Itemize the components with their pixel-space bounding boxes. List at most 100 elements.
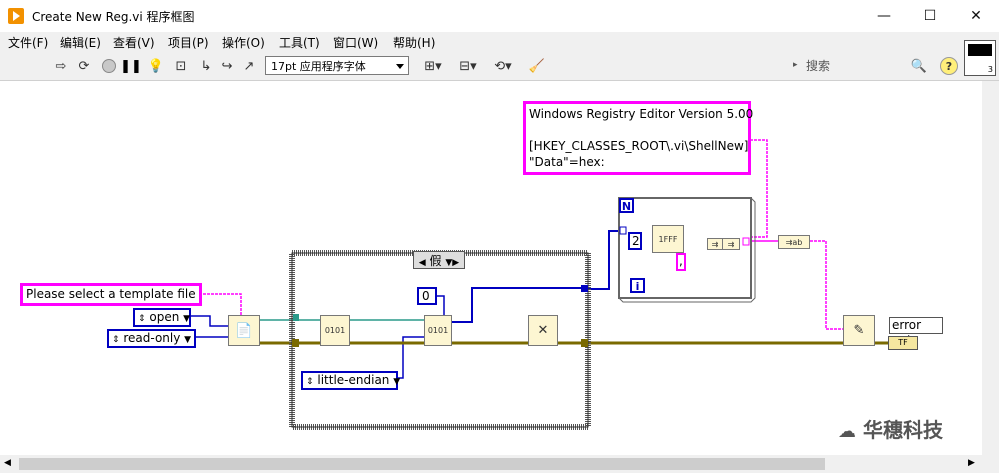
wires-layer (187, 139, 888, 430)
file-size-icon: 0101 (324, 326, 346, 335)
case-selector[interactable]: ◀ 假 ▼▶ (413, 251, 465, 269)
font-select[interactable]: 17pt 应用程序字体 (265, 56, 409, 75)
file-open-icon: 📄 (235, 322, 253, 339)
step-over-icon[interactable]: ↪ (218, 57, 236, 75)
minimize-button[interactable]: — (861, 0, 907, 32)
align-objects-icon[interactable]: ⊞▾ (420, 57, 446, 75)
toolbar: ⇨ ⟳ ❚❚ 💡 ⊡ ↳ ↪ ↗ 17pt 应用程序字体 ⊞▾ ⊟▾ ⟲▾ 🧹 … (0, 40, 999, 81)
open-mode-ring[interactable]: ⇕ open ▼ (133, 308, 191, 327)
vi-icon: 3 (964, 40, 996, 76)
auto-index-tunnel (619, 226, 627, 235)
close-file-node[interactable]: ✕ (528, 315, 558, 346)
chevron-down-icon: ▼ (184, 335, 192, 345)
ring-stepper-icon: ⇕ (306, 377, 314, 387)
error-tunnel-in (292, 339, 299, 347)
menu-project[interactable]: 项目(P) (168, 34, 209, 51)
retain-wire-values-icon[interactable]: ⊡ (172, 57, 190, 75)
chevron-down-icon (396, 64, 404, 69)
concat-node-b[interactable]: ⇉ (722, 238, 740, 250)
loop-count-terminal[interactable]: N (619, 198, 634, 213)
read-binary-node[interactable]: 0101 (424, 315, 452, 346)
reorder-icon[interactable]: ⟲▾ (490, 57, 516, 75)
chevron-down-icon: ▼ (183, 314, 191, 324)
clean-up-diagram-icon[interactable]: 🧹 (528, 57, 546, 75)
ring-stepper-icon: ⇕ (112, 335, 120, 345)
write-file-icon: ✎ (853, 323, 865, 338)
menu-view[interactable]: 查看(V) (113, 34, 155, 51)
error-cluster-icon: TF (898, 338, 908, 347)
concatenate-icon: ⇉ab (785, 237, 803, 247)
concat-icon: ⇉ (727, 239, 735, 249)
registry-header-constant[interactable]: Windows Registry Editor Version 5.00 [HK… (523, 101, 754, 175)
menu-bar: 文件(F) 编辑(E) 查看(V) 项目(P) 操作(O) 工具(T) 窗口(W… (0, 32, 999, 52)
registry-header-line3: "Data"=hex: (529, 155, 605, 169)
access-mode-ring[interactable]: ⇕ read-only ▼ (107, 329, 196, 348)
scroll-right-icon[interactable]: ▶ (968, 458, 975, 468)
block-diagram-canvas[interactable]: Please select a template file Windows Re… (0, 81, 982, 455)
number-to-hex-node[interactable]: 1FFF (652, 225, 684, 253)
distribute-objects-icon[interactable]: ⊟▾ (455, 57, 481, 75)
get-file-size-node[interactable]: 0101 (320, 315, 350, 346)
open-mode-value: open (149, 310, 180, 324)
abort-icon[interactable] (100, 57, 118, 75)
vertical-scrollbar[interactable] (982, 81, 999, 455)
string-wire-to-write (810, 240, 843, 330)
loop-iteration-terminal[interactable]: i (630, 278, 645, 293)
pause-icon[interactable]: ❚❚ (120, 57, 142, 75)
menu-help[interactable]: 帮助(H) (393, 34, 435, 51)
highlight-execution-icon[interactable]: 💡 (147, 57, 165, 75)
error-out-indicator[interactable]: TF (888, 336, 918, 350)
read-binary-icon: 0101 (427, 326, 449, 335)
endian-ring[interactable]: ⇕ little-endian ▼ (301, 371, 401, 390)
maximize-button[interactable]: ☐ (907, 0, 953, 32)
width-constant[interactable]: 2 (628, 232, 642, 250)
concatenate-strings-node[interactable]: ⇉ab (778, 235, 810, 249)
scrollbar-thumb[interactable] (19, 458, 825, 470)
case-next-icon: ▼▶ (445, 258, 460, 268)
array-wire-data (452, 230, 623, 323)
loop-output-tunnel (742, 237, 750, 246)
case-prev-icon: ◀ (418, 258, 426, 268)
vi-icon-graph (968, 44, 992, 56)
run-continuously-icon[interactable]: ⟳ (75, 57, 93, 75)
watermark: ☁ 华穗科技 (838, 414, 943, 443)
search-icon[interactable]: 🔍 (910, 57, 928, 75)
open-file-node[interactable]: 📄 (228, 315, 260, 346)
search-prefix-icon: ▸ (793, 60, 798, 70)
ring-stepper-icon: ⇕ (138, 314, 146, 324)
case-selector-value: 假 (429, 254, 442, 268)
wechat-icon: ☁ (838, 421, 856, 442)
window-title: Create New Reg.vi 程序框图 (32, 10, 195, 24)
step-out-icon[interactable]: ↗ (240, 57, 258, 75)
font-select-value: 17pt 应用程序字体 (271, 60, 366, 73)
scroll-left-icon[interactable]: ◀ (4, 458, 11, 468)
run-arrow-icon[interactable]: ⇨ (52, 57, 70, 75)
template-prompt-constant[interactable]: Please select a template file (20, 283, 202, 306)
array-tunnel (581, 285, 588, 292)
error-out-label: error out (889, 317, 943, 347)
offset-constant[interactable]: 0 (417, 287, 437, 305)
registry-header-line1: Windows Registry Editor Version 5.00 (529, 107, 754, 121)
title-bar: Create New Reg.vi 程序框图 — ☐ ✕ (0, 0, 999, 32)
menu-file[interactable]: 文件(F) (8, 34, 48, 51)
enum-wire-open (191, 315, 228, 327)
connector-pane-number: 3 (987, 65, 993, 74)
error-tunnel (581, 339, 588, 347)
write-text-file-node[interactable]: ✎ (843, 315, 875, 346)
labview-app-icon (8, 8, 24, 24)
menu-operate[interactable]: 操作(O) (222, 34, 265, 51)
concat-icon: ⇉ (711, 239, 719, 249)
step-into-icon[interactable]: ↳ (197, 57, 215, 75)
menu-tools[interactable]: 工具(T) (279, 34, 320, 51)
delimiter-constant[interactable]: , (676, 253, 686, 271)
menu-window[interactable]: 窗口(W) (333, 34, 378, 51)
concat-node-a[interactable]: ⇉ (707, 238, 723, 250)
close-button[interactable]: ✕ (953, 0, 999, 32)
close-file-icon: ✕ (537, 323, 549, 338)
help-icon[interactable]: ? (940, 57, 958, 75)
endian-value: little-endian (317, 373, 390, 387)
hex-format-icon: 1FFF (658, 234, 678, 244)
menu-edit[interactable]: 编辑(E) (60, 34, 101, 51)
chevron-down-icon: ▼ (393, 377, 401, 387)
horizontal-scrollbar[interactable]: ◀ ▶ (0, 455, 982, 473)
